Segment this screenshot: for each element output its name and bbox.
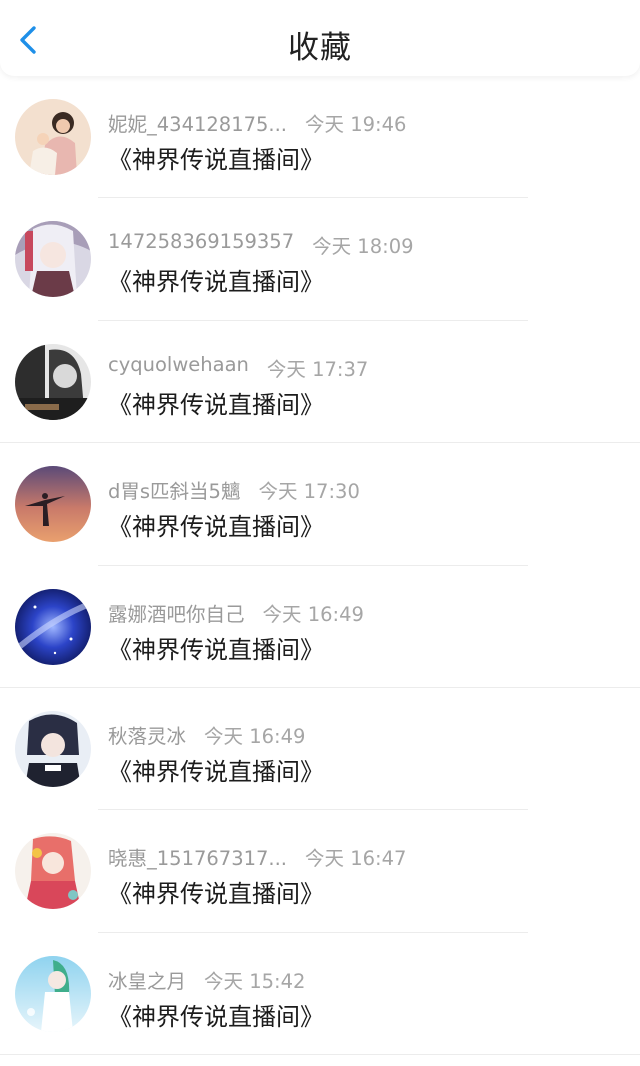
message-text: 《神界传说直播间》 — [108, 880, 324, 909]
user-name: 露娜酒吧你自己 — [108, 602, 245, 626]
user-name: 妮妮_434128175... — [108, 113, 288, 136]
name-line: cyquolwehaan 今天 17:37 — [108, 353, 368, 381]
avatar[interactable] — [15, 466, 91, 543]
timestamp: 今天 16:49 — [262, 602, 364, 626]
anime-girl-avatar — [15, 221, 91, 298]
avatar[interactable] — [15, 221, 91, 298]
avatar[interactable] — [15, 343, 91, 420]
name-line: 露娜酒吧你自己 今天 16:49 — [108, 598, 364, 626]
timestamp: 今天 16:49 — [204, 724, 306, 748]
message-text: 《神界传说直播间》 — [108, 268, 324, 297]
sunset-silhouette-avatar — [15, 466, 91, 543]
user-name: 147258369159357 — [108, 230, 295, 254]
girl-photo-avatar — [15, 99, 91, 175]
timestamp: 今天 19:46 — [305, 113, 407, 136]
timestamp: 今天 16:47 — [305, 847, 407, 871]
user-name: 晓惠_151767317... — [108, 847, 288, 871]
page-title: 收藏 — [288, 30, 352, 66]
list-item[interactable]: 妮妮_434128175... 今天 19:46 《神界传说直播间》 — [0, 76, 640, 199]
galaxy-avatar — [15, 588, 91, 665]
message-text: 《神界传说直播间》 — [108, 1002, 324, 1031]
avatar[interactable] — [15, 588, 91, 665]
anime-pink-avatar — [15, 833, 91, 910]
message-text: 《神界传说直播间》 — [108, 390, 324, 419]
message-text: 《神界传说直播间》 — [108, 146, 324, 174]
name-line: d胃s匹斜当5魑 今天 17:30 — [108, 475, 360, 503]
list-item[interactable]: cyquolwehaan 今天 17:37 《神界传说直播间》 — [0, 321, 640, 444]
timestamp: 今天 17:30 — [258, 480, 360, 504]
user-name: 冰皇之月 — [108, 969, 187, 993]
list-item[interactable]: 露娜酒吧你自己 今天 16:49 《神界传说直播间》 — [0, 566, 640, 688]
list-item[interactable]: 晓惠_151767317... 今天 16:47 《神界传说直播间》 — [0, 810, 640, 933]
timestamp: 今天 17:37 — [266, 357, 369, 381]
anime-green-hair-avatar — [15, 955, 91, 1032]
anime-boy-avatar — [15, 710, 91, 787]
avatar[interactable] — [15, 710, 91, 787]
list-item[interactable]: 秋落灵冰 今天 16:49 《神界传说直播间》 — [0, 688, 640, 811]
user-name: d胃s匹斜当5魑 — [108, 480, 241, 504]
name-line: 妮妮_434128175... 今天 19:46 — [108, 108, 406, 136]
name-line: 冰皇之月 今天 15:42 — [108, 965, 305, 993]
header-bar: 收藏 — [0, 0, 640, 76]
name-line: 147258369159357 今天 18:09 — [108, 230, 414, 258]
user-name: cyquolwehaan — [108, 352, 249, 376]
user-name: 秋落灵冰 — [108, 724, 187, 748]
message-text: 《神界传说直播间》 — [108, 635, 324, 664]
message-text: 《神界传说直播间》 — [108, 757, 324, 786]
avatar[interactable] — [15, 99, 91, 175]
bw-portrait-avatar — [15, 343, 91, 420]
name-line: 秋落灵冰 今天 16:49 — [108, 720, 305, 748]
list-item[interactable]: d胃s匹斜当5魑 今天 17:30 《神界传说直播间》 — [0, 443, 640, 566]
timestamp: 今天 15:42 — [204, 969, 306, 993]
timestamp: 今天 18:09 — [312, 235, 414, 259]
divider — [0, 1054, 640, 1056]
list-item[interactable]: 147258369159357 今天 18:09 《神界传说直播间》 — [0, 198, 640, 321]
avatar[interactable] — [15, 955, 91, 1032]
favorites-list: 妮妮_434128175... 今天 19:46 《神界传说直播间》 147258… — [0, 76, 640, 1056]
name-line: 晓惠_151767317... 今天 16:47 — [108, 842, 406, 870]
message-text: 《神界传说直播间》 — [108, 513, 324, 542]
list-item[interactable]: 冰皇之月 今天 15:42 《神界传说直播间》 — [0, 933, 640, 1056]
avatar[interactable] — [15, 833, 91, 910]
